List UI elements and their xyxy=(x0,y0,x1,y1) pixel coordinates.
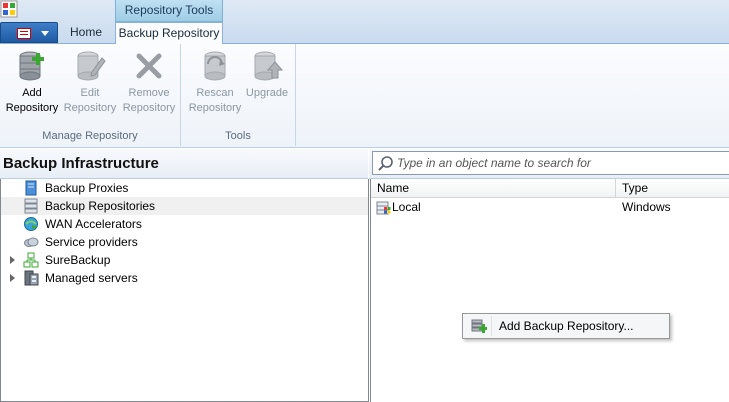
grid-header: Name Type xyxy=(371,179,729,198)
ribbon-group-manage-repository: Add Repository Edit Repository Remove Re… xyxy=(0,44,181,146)
upgrade-button[interactable]: Upgrade xyxy=(239,50,295,101)
upgrade-label: Upgrade xyxy=(245,87,289,99)
windows-repository-icon xyxy=(376,201,391,215)
context-tab-group-label: Repository Tools xyxy=(115,0,223,22)
column-header-type[interactable]: Type xyxy=(616,179,729,198)
add-repository-icon xyxy=(471,319,487,333)
search-icon xyxy=(378,156,393,171)
ribbon-group-label-tools: Tools xyxy=(225,130,251,142)
backup-repository-icon xyxy=(24,198,38,214)
search-input[interactable] xyxy=(397,154,717,172)
infrastructure-tree: Backup Proxies Backup Repositories WAN A… xyxy=(0,179,369,402)
tree-item-backup-proxies[interactable]: Backup Proxies xyxy=(1,179,368,197)
rescan-repository-label-1: Rescan xyxy=(196,87,234,99)
tree-item-backup-repositories[interactable]: Backup Repositories xyxy=(1,197,368,215)
tree-item-label: WAN Accelerators xyxy=(45,217,142,231)
menu-icon xyxy=(17,28,31,39)
tree-item-label: Backup Proxies xyxy=(45,181,129,195)
search-bar-area xyxy=(369,149,729,179)
upgrade-icon xyxy=(254,51,283,81)
tab-home[interactable]: Home xyxy=(62,22,110,44)
wan-accelerator-icon xyxy=(24,217,38,231)
edit-repository-icon xyxy=(77,51,106,81)
tree-item-label: Backup Repositories xyxy=(45,199,156,213)
expand-arrow-icon[interactable] xyxy=(10,256,15,264)
expand-arrow-icon[interactable] xyxy=(10,274,15,282)
repository-grid: Name Type Local Windows xyxy=(370,179,729,402)
backup-proxy-icon xyxy=(25,180,37,196)
column-header-name[interactable]: Name xyxy=(371,179,616,198)
remove-x-icon xyxy=(136,53,162,79)
repository-name: Local xyxy=(392,200,421,214)
context-menu: Add Backup Repository... xyxy=(462,313,670,339)
tree-item-service-providers[interactable]: Service providers xyxy=(1,233,368,251)
ribbon-group-tools: Rescan Repository Upgrade Tools xyxy=(181,44,296,146)
surebackup-icon xyxy=(23,252,39,268)
add-repository-button[interactable]: Add Repository xyxy=(4,50,60,116)
rescan-repository-label-2: Repository xyxy=(188,102,242,114)
tree-item-managed-servers[interactable]: Managed servers xyxy=(1,269,368,287)
app-menu-button[interactable] xyxy=(0,22,58,43)
ribbon: Add Repository Edit Repository Remove Re… xyxy=(0,44,729,148)
tree-item-wan-accelerators[interactable]: WAN Accelerators xyxy=(1,215,368,233)
tree-item-label: Managed servers xyxy=(45,271,138,285)
cloud-icon xyxy=(24,237,39,247)
tree-item-surebackup[interactable]: SureBackup xyxy=(1,251,368,269)
remove-repository-button[interactable]: Remove Repository xyxy=(121,50,177,116)
search-box[interactable] xyxy=(372,151,729,175)
managed-servers-icon xyxy=(24,270,39,286)
edit-repository-label-1: Edit xyxy=(80,87,100,99)
add-repository-label-2: Repository xyxy=(5,102,59,114)
ribbon-tab-strip: Repository Tools Home Backup Repository xyxy=(0,0,729,45)
repository-type: Windows xyxy=(622,200,671,214)
ribbon-group-label-manage: Manage Repository xyxy=(42,130,138,142)
tree-item-label: Service providers xyxy=(45,235,138,249)
rescan-repository-button[interactable]: Rescan Repository xyxy=(187,50,243,116)
context-menu-item-label: Add Backup Repository... xyxy=(499,319,634,333)
app-logo-icon xyxy=(0,0,18,18)
cell-name: Local xyxy=(374,199,421,216)
caret-down-icon xyxy=(41,31,49,36)
rescan-repository-icon xyxy=(204,51,226,81)
table-row[interactable]: Local Windows xyxy=(371,199,729,216)
context-menu-item-add-backup-repository[interactable]: Add Backup Repository... xyxy=(465,316,667,336)
tab-backup-repository[interactable]: Backup Repository xyxy=(115,22,223,45)
edit-repository-label-2: Repository xyxy=(63,102,117,114)
tree-item-label: SureBackup xyxy=(45,253,111,267)
edit-repository-button[interactable]: Edit Repository xyxy=(62,50,118,116)
remove-repository-label-2: Repository xyxy=(122,102,176,114)
add-repository-icon xyxy=(19,51,44,81)
remove-repository-label-1: Remove xyxy=(128,87,170,99)
pane-title: Backup Infrastructure xyxy=(0,149,368,179)
add-repository-label-1: Add xyxy=(22,87,42,99)
